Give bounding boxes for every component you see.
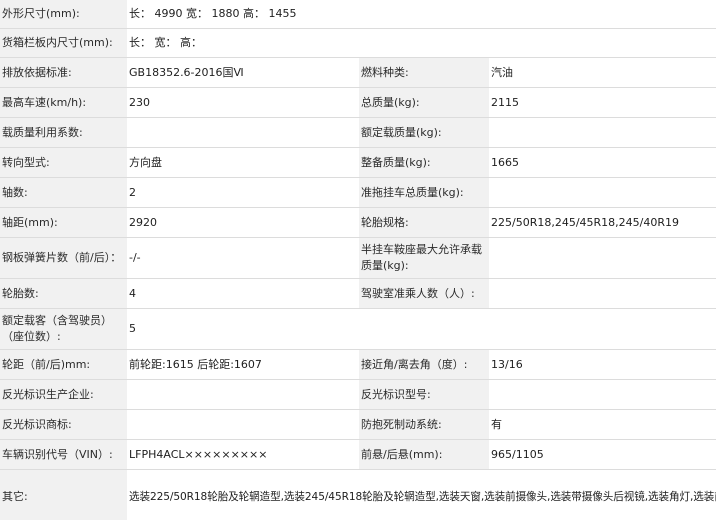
value-emission-standard: GB18352.6-2016国Ⅵ <box>127 57 359 88</box>
label-abs: 防抱死制动系统: <box>359 409 489 440</box>
label-other: 其它: <box>0 469 127 520</box>
value-max-speed: 230 <box>127 87 359 118</box>
label-max-speed: 最高车速(km/h): <box>0 87 127 118</box>
value-rated-load <box>489 117 716 148</box>
value-wheelbase: 2920 <box>127 207 359 238</box>
spec-row-cargo-box: 货箱栏板内尺寸(mm): 长： 宽： 高： <box>0 28 716 58</box>
spec-row-dimensions: 外形尺寸(mm): 长： 4990 宽： 1880 高： 1455 <box>0 0 716 29</box>
value-cargo-box: 长： 宽： 高： <box>127 28 716 58</box>
label-wheelbase: 轴距(mm): <box>0 207 127 238</box>
label-load-utilization: 载质量利用系数: <box>0 117 127 148</box>
label-cab-capacity: 驾驶室准乘人数（人）: <box>359 278 489 309</box>
value-leaf-springs: -/- <box>127 237 359 279</box>
value-approach-departure: 13/16 <box>489 349 716 380</box>
label-cargo-box: 货箱栏板内尺寸(mm): <box>0 28 127 58</box>
label-curb-weight: 整备质量(kg): <box>359 147 489 178</box>
spec-row-brand: 反光标识商标: 防抱死制动系统: 有 <box>0 409 716 440</box>
spec-row-vin: 车辆识别代号（VIN）: LFPH4ACL××××××××× 前悬/后悬(mm)… <box>0 439 716 470</box>
value-saddle-load <box>489 237 716 279</box>
label-trailer-mass: 准拖挂车总质量(kg): <box>359 177 489 208</box>
label-axle-count: 轴数: <box>0 177 127 208</box>
spec-row-reflective: 反光标识生产企业: 反光标识型号: <box>0 379 716 410</box>
value-tire-spec: 225/50R18,245/45R18,245/40R19 <box>489 207 716 238</box>
value-axle-count: 2 <box>127 177 359 208</box>
label-approach-departure: 接近角/离去角（度）: <box>359 349 489 380</box>
label-leaf-springs: 钢板弹簧片数（前/后）： <box>0 237 127 279</box>
spec-row-track: 轮距（前/后)mm: 前轮距:1615 后轮距:1607 接近角/离去角（度）:… <box>0 349 716 380</box>
spec-row-load: 载质量利用系数: 额定载质量(kg): <box>0 117 716 148</box>
value-trailer-mass <box>489 177 716 208</box>
vehicle-spec-table: 外形尺寸(mm): 长： 4990 宽： 1880 高： 1455 货箱栏板内尺… <box>0 0 716 520</box>
value-reflective-brand <box>127 409 359 440</box>
spec-row-leaf-springs: 钢板弹簧片数（前/后）： -/- 半挂车鞍座最大允许承载质量(kg): <box>0 237 716 279</box>
value-overhang: 965/1105 <box>489 439 716 470</box>
value-rated-passengers: 5 <box>127 308 716 350</box>
spec-row-emission: 排放依据标准: GB18352.6-2016国Ⅵ 燃料种类: 汽油 <box>0 57 716 88</box>
label-fuel-type: 燃料种类: <box>359 57 489 88</box>
spec-row-other: 其它: 选装225/50R18轮胎及轮辋造型,选装245/45R18轮胎及轮辋造… <box>0 469 716 520</box>
value-other: 选装225/50R18轮胎及轮辋造型,选装245/45R18轮胎及轮辋造型,选装… <box>127 469 716 520</box>
value-vin: LFPH4ACL××××××××× <box>127 439 359 470</box>
spec-row-steering: 转向型式: 方向盘 整备质量(kg): 1665 <box>0 147 716 178</box>
value-reflective-maker <box>127 379 359 410</box>
label-emission-standard: 排放依据标准: <box>0 57 127 88</box>
label-tire-spec: 轮胎规格: <box>359 207 489 238</box>
value-track-width: 前轮距:1615 后轮距:1607 <box>127 349 359 380</box>
value-reflective-model <box>489 379 716 410</box>
label-reflective-maker: 反光标识生产企业: <box>0 379 127 410</box>
spec-row-seats: 额定载客（含驾驶员）（座位数）: 5 <box>0 308 716 350</box>
value-abs: 有 <box>489 409 716 440</box>
label-reflective-brand: 反光标识商标: <box>0 409 127 440</box>
spec-row-tires: 轮胎数: 4 驾驶室准乘人数（人）: <box>0 278 716 309</box>
value-fuel-type: 汽油 <box>489 57 716 88</box>
label-rated-passengers: 额定载客（含驾驶员）（座位数）: <box>0 308 127 350</box>
label-vin: 车辆识别代号（VIN）: <box>0 439 127 470</box>
value-steering-type: 方向盘 <box>127 147 359 178</box>
label-total-mass: 总质量(kg): <box>359 87 489 118</box>
value-load-utilization <box>127 117 359 148</box>
spec-row-axles: 轴数: 2 准拖挂车总质量(kg): <box>0 177 716 208</box>
label-steering-type: 转向型式: <box>0 147 127 178</box>
spec-row-speed: 最高车速(km/h): 230 总质量(kg): 2115 <box>0 87 716 118</box>
label-tire-count: 轮胎数: <box>0 278 127 309</box>
label-track-width: 轮距（前/后)mm: <box>0 349 127 380</box>
value-curb-weight: 1665 <box>489 147 716 178</box>
spec-row-wheelbase: 轴距(mm): 2920 轮胎规格: 225/50R18,245/45R18,2… <box>0 207 716 238</box>
label-dimensions: 外形尺寸(mm): <box>0 0 127 29</box>
value-tire-count: 4 <box>127 278 359 309</box>
label-saddle-load: 半挂车鞍座最大允许承载质量(kg): <box>359 237 489 279</box>
label-rated-load: 额定载质量(kg): <box>359 117 489 148</box>
value-dimensions: 长： 4990 宽： 1880 高： 1455 <box>127 0 716 29</box>
value-cab-capacity <box>489 278 716 309</box>
label-overhang: 前悬/后悬(mm): <box>359 439 489 470</box>
label-reflective-model: 反光标识型号: <box>359 379 489 410</box>
value-total-mass: 2115 <box>489 87 716 118</box>
